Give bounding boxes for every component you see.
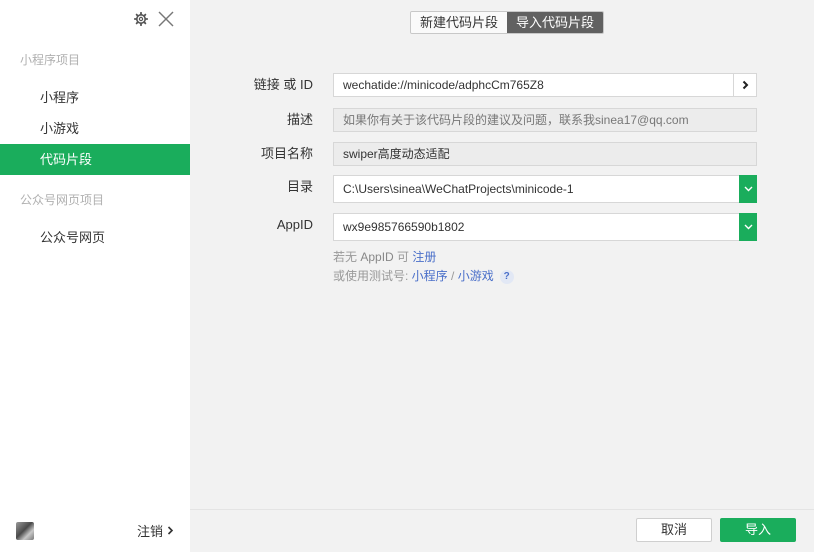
row-description: 描述 如果你有关于该代码片段的建议及问题，联系我sinea17@qq.com: [190, 108, 814, 132]
hint-mid: 可: [393, 250, 413, 264]
chevron-down-icon: [744, 224, 752, 230]
description-label: 描述: [286, 112, 313, 127]
appid-value: wx9e985766590b1802: [343, 220, 465, 234]
cancel-button[interactable]: 取消: [636, 518, 712, 542]
directory-field[interactable]: C:\Users\sinea\WeChatProjects\minicode-1: [333, 175, 757, 203]
project-name-value: swiper高度动态适配: [343, 147, 450, 161]
row-project-name: 项目名称 swiper高度动态适配: [190, 142, 814, 166]
tab-import-snippet[interactable]: 导入代码片段: [507, 12, 604, 33]
description-field: 如果你有关于该代码片段的建议及问题，联系我sinea17@qq.com: [333, 108, 757, 132]
close-icon[interactable]: [158, 11, 174, 27]
row-appid: AppID wx9e985766590b1802: [190, 213, 814, 241]
help-icon[interactable]: ?: [499, 269, 514, 284]
register-link[interactable]: 注册: [412, 250, 436, 264]
appid-field[interactable]: wx9e985766590b1802: [333, 213, 757, 241]
chevron-right-icon: [742, 80, 748, 90]
description-value: 如果你有关于该代码片段的建议及问题，联系我sinea17@qq.com: [343, 113, 689, 127]
window-controls: [134, 9, 174, 29]
logout-label: 注销: [136, 524, 163, 539]
sidebar-item-mini-game[interactable]: 小游戏: [0, 113, 190, 144]
settings-gear-icon[interactable]: [134, 12, 148, 26]
mode-tabs: 新建代码片段 导入代码片段: [410, 11, 605, 34]
import-button[interactable]: 导入: [720, 518, 796, 542]
no-appid-hint: 若无 AppID 可 注册: [333, 248, 436, 265]
footer-bar: 取消 导入: [190, 509, 814, 552]
avatar[interactable]: [16, 522, 34, 540]
sidebar-item-code-snippet[interactable]: 代码片段: [0, 144, 190, 175]
link-field[interactable]: wechatide://minicode/adphcCm765Z8: [333, 73, 757, 97]
sidebar-item-mini-program[interactable]: 小程序: [0, 82, 190, 113]
link-value: wechatide://minicode/adphcCm765Z8: [343, 78, 544, 92]
hint-prefix: 若无: [333, 250, 361, 264]
appid-label: AppID: [276, 217, 313, 232]
section-title-mini-program: 小程序项目: [20, 53, 81, 67]
link-label: 链接 或 ID: [253, 77, 313, 92]
hint-appid: AppID: [360, 250, 394, 264]
chevron-down-icon: [744, 186, 752, 192]
chevron-right-icon: [167, 526, 174, 535]
sidebar: 小程序项目 小程序 小游戏 代码片段 公众号网页项目 公众号网页 注销: [0, 0, 190, 552]
sidebar-footer: 注销: [0, 508, 190, 552]
sidebar-item-official-account-web[interactable]: 公众号网页: [0, 222, 190, 253]
main-panel: 新建代码片段 导入代码片段 链接 或 ID wechatide://minico…: [190, 0, 814, 552]
test-mini-game-link[interactable]: 小游戏: [458, 269, 494, 283]
row-directory: 目录 C:\Users\sinea\WeChatProjects\minicod…: [190, 175, 814, 203]
directory-value: C:\Users\sinea\WeChatProjects\minicode-1: [343, 182, 574, 196]
logout-button[interactable]: 注销: [137, 521, 174, 540]
project-name-field[interactable]: swiper高度动态适配: [333, 142, 757, 166]
tab-new-snippet[interactable]: 新建代码片段: [411, 12, 508, 33]
section-title-official-account: 公众号网页项目: [20, 193, 105, 207]
test-account-hint: 或使用测试号: 小程序 / 小游戏?: [333, 267, 514, 284]
test-mini-program-link[interactable]: 小程序: [412, 269, 448, 283]
directory-dropdown-button[interactable]: [739, 175, 757, 203]
project-name-label: 项目名称: [260, 146, 313, 161]
test-separator: /: [447, 269, 458, 283]
row-link: 链接 或 ID wechatide://minicode/adphcCm765Z…: [190, 73, 814, 97]
link-go-button[interactable]: [733, 74, 756, 96]
directory-label: 目录: [286, 179, 313, 194]
test-prefix: 或使用测试号:: [333, 269, 412, 283]
appid-dropdown-button[interactable]: [739, 213, 757, 241]
